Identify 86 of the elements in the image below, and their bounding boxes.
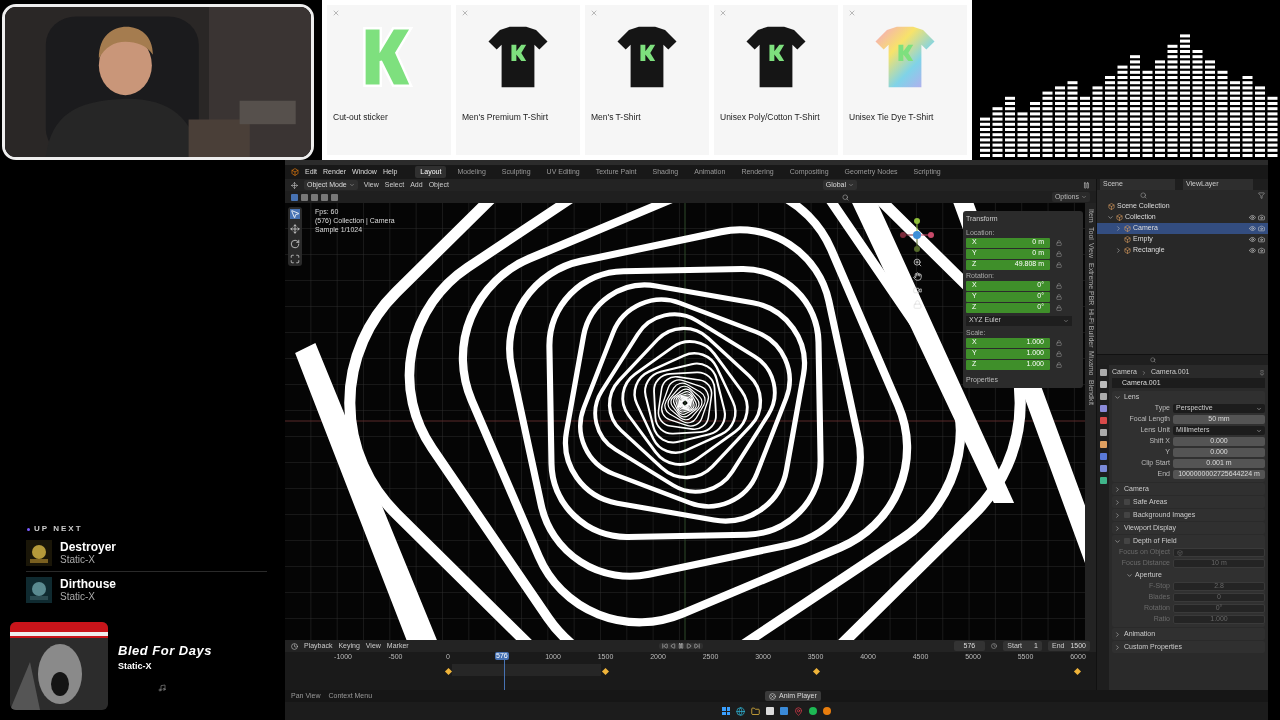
keyframe-icon[interactable] xyxy=(444,667,453,676)
expand-icon[interactable] xyxy=(1115,225,1122,232)
tool-icon[interactable] xyxy=(290,239,300,249)
object-icon xyxy=(1124,247,1131,254)
folder-icon[interactable] xyxy=(751,706,760,716)
object-icon xyxy=(1177,549,1183,556)
search-icon[interactable] xyxy=(1150,357,1156,363)
app-icon[interactable] xyxy=(823,707,831,715)
expand-icon[interactable] xyxy=(1107,214,1114,221)
music-note-icon xyxy=(158,683,166,692)
keyframe-icon[interactable] xyxy=(812,667,821,676)
search-icon[interactable] xyxy=(841,193,849,201)
track-artist: Static-X xyxy=(60,591,96,603)
track-title: Destroyer xyxy=(60,540,117,554)
visibility-icon[interactable] xyxy=(1249,225,1256,232)
chevron-icon xyxy=(1140,369,1147,376)
product-card[interactable]: Cut-out sticker xyxy=(327,5,451,155)
axis-gizmo-icon[interactable] xyxy=(899,217,935,253)
product-name: Unisex Tie Dye T-Shirt xyxy=(849,111,934,124)
product-card[interactable]: Men's Premium T-Shirt xyxy=(456,5,580,155)
expand-icon[interactable] xyxy=(1114,524,1121,532)
app-logo-icon[interactable] xyxy=(291,168,299,176)
expand-icon[interactable] xyxy=(1114,393,1121,401)
lock-icon[interactable] xyxy=(1056,361,1062,368)
jump-start-icon[interactable] xyxy=(662,643,669,649)
tool-icon[interactable] xyxy=(290,224,300,234)
now-playing-title: Bled For Days xyxy=(118,641,212,660)
expand-icon[interactable] xyxy=(1114,643,1121,651)
pan-icon[interactable] xyxy=(912,272,922,281)
expand-icon[interactable] xyxy=(1114,485,1121,493)
object-icon xyxy=(1108,203,1115,210)
render-icon[interactable] xyxy=(1258,225,1265,232)
track-title: Dirthouse xyxy=(60,577,116,591)
pause-icon[interactable] xyxy=(678,643,685,649)
editor-type-icon[interactable] xyxy=(291,642,298,650)
lock-icon[interactable] xyxy=(1056,261,1062,268)
product-name: Men's T-Shirt xyxy=(591,111,641,124)
expand-icon[interactable] xyxy=(1114,537,1121,545)
product-card[interactable]: Men's T-Shirt xyxy=(585,5,709,155)
pause-icon[interactable] xyxy=(1083,181,1090,189)
product-card[interactable]: Unisex Tie Dye T-Shirt xyxy=(843,5,967,155)
product-name: Unisex Poly/Cotton T-Shirt xyxy=(720,111,820,124)
filter-icon[interactable] xyxy=(1258,192,1265,199)
play-icon[interactable] xyxy=(686,643,693,649)
zoom-icon[interactable] xyxy=(912,258,922,267)
object-icon xyxy=(1124,236,1131,243)
visibility-icon[interactable] xyxy=(1249,247,1256,254)
lock-icon[interactable] xyxy=(1056,239,1062,246)
visibility-icon[interactable] xyxy=(1249,236,1256,243)
lock-icon[interactable] xyxy=(1056,304,1062,311)
keyframe-icon[interactable] xyxy=(601,667,610,676)
lock-icon[interactable] xyxy=(1056,350,1062,357)
keyframe-icon[interactable] xyxy=(1073,667,1082,676)
lock-icon[interactable] xyxy=(1056,339,1062,346)
music-app-icon[interactable] xyxy=(809,707,817,715)
tool-icon[interactable] xyxy=(290,254,300,264)
search-icon[interactable] xyxy=(1140,192,1147,199)
object-icon xyxy=(1124,225,1131,232)
camera-view-icon[interactable] xyxy=(912,286,922,295)
render-icon[interactable] xyxy=(1258,236,1265,243)
lock-icon[interactable] xyxy=(1056,293,1062,300)
jump-end-icon[interactable] xyxy=(694,643,701,649)
track-artist: Static-X xyxy=(60,554,96,566)
expand-icon[interactable] xyxy=(1114,630,1121,638)
object-icon xyxy=(1116,214,1123,221)
now-playing-artist: Static-X xyxy=(118,660,153,673)
expand-icon[interactable] xyxy=(1126,571,1133,579)
visibility-icon[interactable] xyxy=(1249,214,1256,221)
clock-icon xyxy=(991,643,998,649)
product-name: Men's Premium T-Shirt xyxy=(462,111,548,124)
lock-icon[interactable] xyxy=(1056,282,1062,289)
pin-icon[interactable] xyxy=(1259,369,1265,376)
expand-icon[interactable] xyxy=(1114,498,1121,506)
play-reverse-icon[interactable] xyxy=(670,643,677,649)
browser-icon[interactable] xyxy=(736,706,745,716)
product-name: Cut-out sticker xyxy=(333,111,388,124)
render-icon[interactable] xyxy=(1258,247,1265,254)
section-heading: UP NEXT xyxy=(34,523,83,535)
map-pin-icon[interactable] xyxy=(794,706,803,716)
expand-icon[interactable] xyxy=(1115,247,1122,254)
editor-type-icon[interactable] xyxy=(291,181,298,189)
render-icon[interactable] xyxy=(1258,214,1265,221)
lock-icon[interactable] xyxy=(1056,250,1062,257)
expand-icon[interactable] xyxy=(1114,511,1121,519)
start-icon[interactable] xyxy=(722,707,730,715)
product-card[interactable]: Unisex Poly/Cotton T-Shirt xyxy=(714,5,838,155)
